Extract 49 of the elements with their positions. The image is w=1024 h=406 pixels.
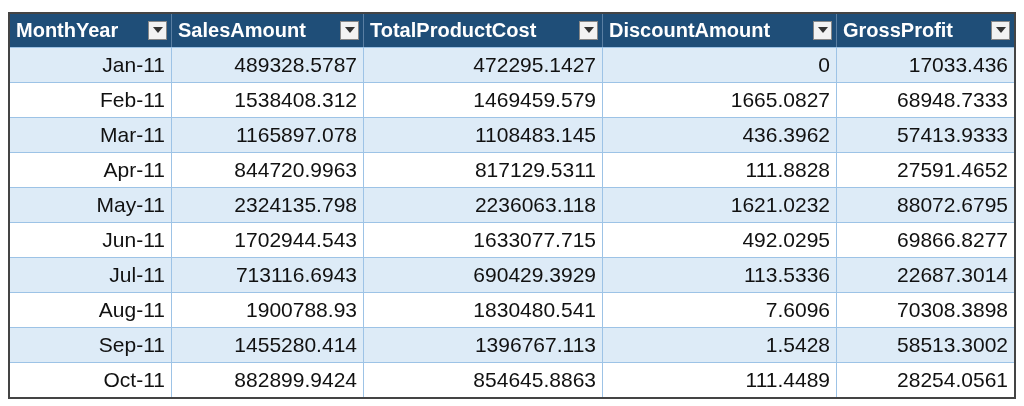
caret-icon <box>583 27 594 34</box>
table-cell: 690429.3929 <box>364 258 603 292</box>
caret-icon <box>152 27 163 34</box>
table-cell-text: 57413.9333 <box>896 122 1009 148</box>
table-cell: Mar-11 <box>10 118 172 152</box>
table-cell-text: 28254.0561 <box>896 367 1009 393</box>
table-cell: Jul-11 <box>10 258 172 292</box>
caret-icon <box>817 27 828 34</box>
table-cell: Oct-11 <box>10 363 172 397</box>
table-cell-text: 88072.6795 <box>896 192 1009 218</box>
table-cell-text: 70308.3898 <box>896 297 1009 323</box>
table-cell-text: 27591.4652 <box>896 157 1009 183</box>
table-cell-text: 68948.7333 <box>896 87 1009 113</box>
table-cell-text: 17033.436 <box>907 52 1009 78</box>
table-cell: 1108483.145 <box>364 118 603 152</box>
table-cell: 472295.1427 <box>364 48 603 82</box>
filter-button[interactable] <box>813 21 832 40</box>
table-cell: 854645.8863 <box>364 363 603 397</box>
table-cell: 1621.0232 <box>603 188 837 222</box>
table-cell: Sep-11 <box>10 328 172 362</box>
table-cell: 489328.5787 <box>172 48 364 82</box>
table-cell: 882899.9424 <box>172 363 364 397</box>
table-cell: 0 <box>603 48 837 82</box>
table-cell: 1.5428 <box>603 328 837 362</box>
table-cell: 2324135.798 <box>172 188 364 222</box>
column-label: TotalProductCost <box>370 19 537 42</box>
column-label: SalesAmount <box>178 19 306 42</box>
table-cell: 1165897.078 <box>172 118 364 152</box>
column-label: DiscountAmount <box>609 19 771 42</box>
filter-button[interactable] <box>148 21 167 40</box>
table-cell: 436.3962 <box>603 118 837 152</box>
table-cell: 1455280.414 <box>172 328 364 362</box>
table-cell-text: 58513.3002 <box>896 332 1009 358</box>
table-cell: 1396767.113 <box>364 328 603 362</box>
filter-button[interactable] <box>579 21 598 40</box>
table-cell: 713116.6943 <box>172 258 364 292</box>
table-cell: 113.5336 <box>603 258 837 292</box>
filter-button[interactable] <box>340 21 359 40</box>
table-cell: 2236063.118 <box>364 188 603 222</box>
table-cell-text: 69866.8277 <box>896 227 1009 253</box>
column-label: MonthYear <box>16 19 119 42</box>
caret-icon <box>995 27 1006 34</box>
filter-button[interactable] <box>991 21 1010 40</box>
table-cell: Jan-11 <box>10 48 172 82</box>
column-label: GrossProfit <box>843 19 954 42</box>
table-cell: May-11 <box>10 188 172 222</box>
table-cell-text: 22687.3014 <box>896 262 1009 288</box>
caret-icon <box>344 27 355 34</box>
table-cell: 111.4489 <box>603 363 837 397</box>
